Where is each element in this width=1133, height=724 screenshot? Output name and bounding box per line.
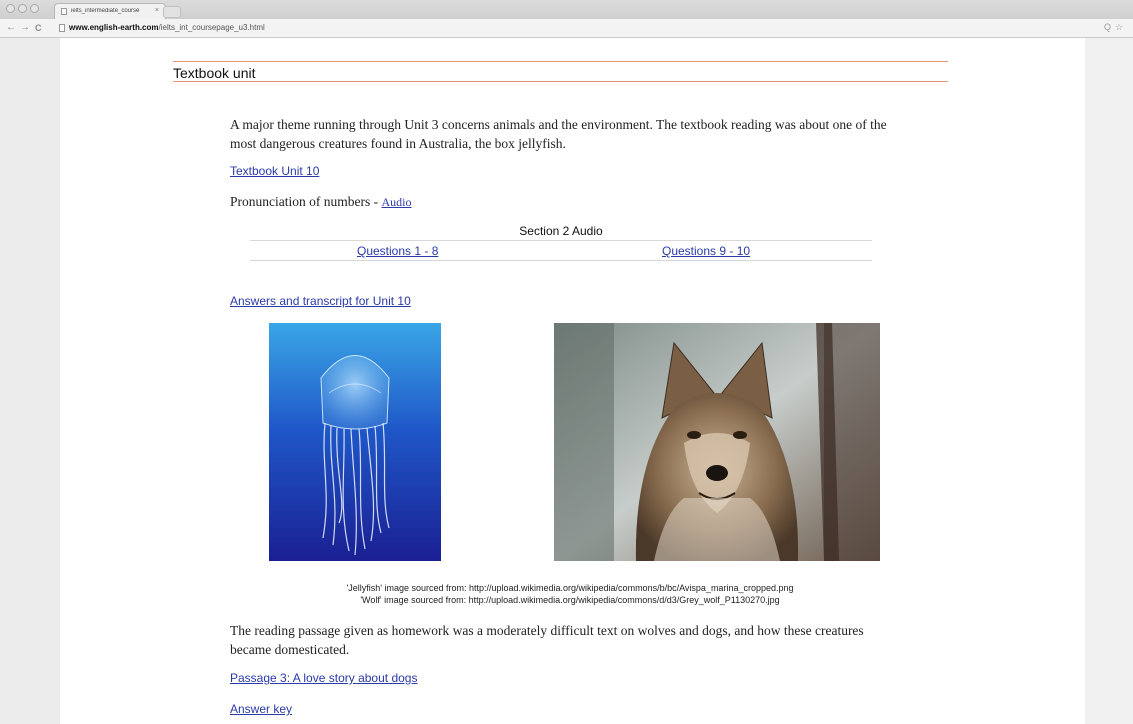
jellyfish-image	[269, 323, 441, 561]
close-window-button[interactable]	[6, 4, 15, 13]
wolf-image	[554, 323, 880, 561]
answer-key-link[interactable]: Answer key	[230, 702, 292, 716]
url-text: www.english-earth.com/ielts_int_coursepa…	[69, 23, 265, 32]
zoom-icon[interactable]: Q	[1104, 22, 1111, 32]
browser-tab[interactable]: ielts_intermediate_course ×	[54, 3, 166, 19]
answers-transcript-link[interactable]: Answers and transcript for Unit 10	[230, 294, 411, 308]
forward-button[interactable]: →	[20, 21, 30, 35]
audio-table-caption: Section 2 Audio	[519, 224, 603, 238]
bookmark-star-icon[interactable]: ☆	[1115, 22, 1123, 33]
passage-3-link[interactable]: Passage 3: A love story about dogs	[230, 671, 417, 685]
tab-title: ielts_intermediate_course	[71, 8, 140, 14]
back-button[interactable]: ←	[6, 21, 16, 35]
browser-tab-bar: ielts_intermediate_course ×	[0, 0, 1133, 19]
image-credits: 'Jellyfish' image sourced from: http://u…	[230, 582, 910, 606]
page-icon	[59, 24, 65, 32]
tab-close-icon[interactable]: ×	[155, 7, 159, 14]
textbook-unit-link[interactable]: Textbook Unit 10	[230, 164, 319, 178]
minimize-window-button[interactable]	[18, 4, 27, 13]
page-content: Textbook unit A major theme running thro…	[60, 38, 1085, 724]
page-title: Textbook unit	[173, 65, 256, 81]
jellyfish-illustration	[269, 323, 441, 561]
questions-9-10-link[interactable]: Questions 9 - 10	[662, 244, 750, 258]
audio-link[interactable]: Audio	[381, 195, 411, 209]
browser-toolbar: ← → C www.english-earth.com/ielts_int_co…	[0, 19, 1133, 38]
page-icon	[61, 8, 67, 15]
heading-rule-bottom	[173, 81, 948, 82]
wolf-illustration	[554, 323, 880, 561]
pronunciation-line: Pronunciation of numbers - Audio	[230, 194, 411, 210]
url-host: www.english-earth.com	[69, 23, 159, 32]
table-rule	[250, 260, 872, 261]
jellyfish-credit: 'Jellyfish' image sourced from: http://u…	[346, 583, 794, 593]
new-tab-button[interactable]	[163, 6, 181, 18]
intro-paragraph: A major theme running through Unit 3 con…	[230, 117, 887, 151]
page-margin-right	[1085, 38, 1133, 724]
zoom-window-button[interactable]	[30, 4, 39, 13]
questions-1-8-link[interactable]: Questions 1 - 8	[357, 244, 438, 258]
wolf-credit: 'Wolf' image sourced from: http://upload…	[360, 595, 780, 605]
passage-paragraph: The reading passage given as homework wa…	[230, 623, 864, 657]
table-rule	[250, 240, 872, 241]
address-bar[interactable]: www.english-earth.com/ielts_int_coursepa…	[55, 22, 1125, 35]
pronunciation-label: Pronunciation of numbers -	[230, 194, 382, 209]
url-path: /ielts_int_coursepage_u3.html	[158, 23, 265, 32]
heading-rule-top	[173, 61, 948, 62]
reload-button[interactable]: C	[35, 21, 42, 35]
